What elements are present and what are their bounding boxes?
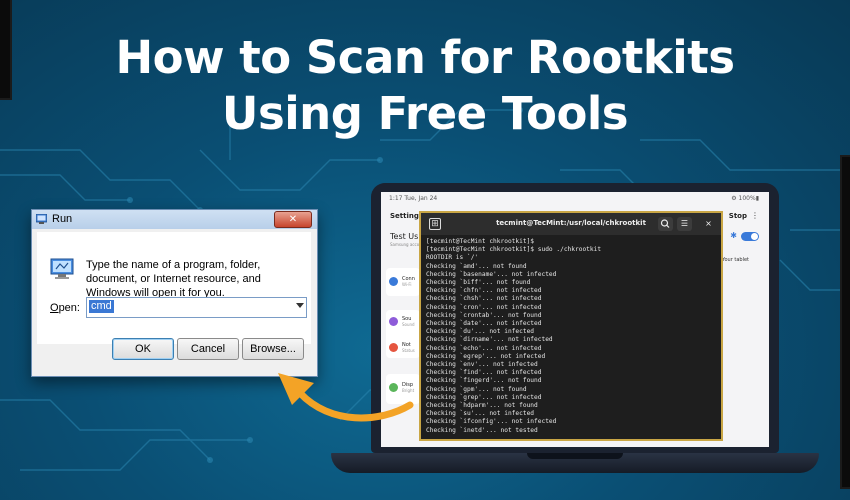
terminal-line: Checking `grep'... not infected [426,393,542,401]
terminal-line: Checking `dirname'... not infected [426,336,553,344]
headline: How to Scan for Rootkits Using Free Tool… [0,30,850,142]
terminal-line: Checking `biff'... not found [426,279,531,287]
cancel-button[interactable]: Cancel [177,338,239,360]
terminal-line: [tecmint@TecMint chkrootkit]$ [426,238,535,245]
terminal-line: Checking `amd'... not found [426,262,527,270]
laptop-notch [527,453,623,459]
tablet-label: Your tablet [722,257,749,263]
close-button[interactable]: ✕ [274,211,312,228]
decorative-frame-right [840,155,850,489]
terminal-line: Checking `cron'... not infected [426,303,542,311]
new-tab-icon[interactable]: ⊞ [429,218,441,230]
terminal-line: Checking `ifconfig'... not infected [426,418,557,426]
terminal-line: Checking `egrep'... not infected [426,352,546,360]
arrow-icon [278,373,414,422]
close-icon: ✕ [288,214,298,225]
run-dialog: Run ✕ Type the name of a program, folder… [31,209,318,377]
open-input[interactable]: cmd [89,300,114,313]
terminal-line: Checking `crontab'... not found [426,311,542,319]
sound-icon [389,317,398,326]
terminal-line: Checking `fingerd'... not found [426,377,542,385]
headline-line-1: How to Scan for Rootkits [115,31,735,84]
close-icon[interactable]: × [701,217,716,231]
hamburger-menu-icon[interactable]: ☰ [677,217,692,231]
toggle-switch[interactable] [741,232,759,241]
terminal-line: Checking `echo'... not infected [426,344,542,352]
headline-line-2: Using Free Tools [221,87,629,140]
settings-row-connections[interactable]: Conn Wi-Fi [389,276,419,288]
terminal-title: tecmint@TecMint:/usr/local/chkrootkit [496,219,646,227]
run-app-icon [36,214,47,224]
wifi-icon [389,277,398,286]
run-dialog-body: Type the name of a program, folder, docu… [37,232,311,344]
chevron-down-icon[interactable] [296,303,304,308]
test-label: Test Us [390,232,419,241]
terminal-output[interactable]: [tecmint@TecMint chkrootkit]$ [tecmint@Te… [426,238,718,436]
browse-button[interactable]: Browse... [242,338,304,360]
terminal-header[interactable]: ⊞ tecmint@TecMint:/usr/local/chkrootkit … [421,213,721,235]
toggle-knob [751,233,758,240]
terminal-line: Checking `inetd'... not tested [426,426,538,434]
terminal-line: Checking `date'... not infected [426,320,542,328]
terminal-line: Checking `basename'... not infected [426,270,557,278]
notification-icon [389,343,398,352]
status-battery: ⚙ 100%▮ [731,195,759,202]
search-glyph [660,219,670,228]
run-dialog-title: Run [52,213,73,225]
more-options-icon[interactable]: ⋮ [751,211,759,220]
terminal-line: Checking `gpm'... not found [426,385,527,393]
terminal-line: ROOTDIR is `/' [426,254,479,262]
search-icon[interactable] [658,217,673,231]
settings-row-sounds[interactable]: Sou Sound [389,316,419,328]
terminal-line: Checking `chsh'... not infected [426,295,542,303]
run-dialog-titlebar[interactable]: Run ✕ [32,210,317,229]
run-dialog-description: Type the name of a program, folder, docu… [86,259,261,299]
settings-row-notifications[interactable]: Not Status [389,342,419,354]
open-combobox[interactable]: cmd [86,297,307,318]
ok-button[interactable]: OK [112,338,174,360]
bluetooth-icon: ✱ [730,231,737,240]
open-label: Open: [50,302,80,314]
stop-button[interactable]: Stop [729,212,747,220]
run-program-icon [50,258,74,279]
status-time: 1:17 Tue, Jan 24 [389,195,438,202]
terminal-window: ⊞ tecmint@TecMint:/usr/local/chkrootkit … [419,211,723,441]
